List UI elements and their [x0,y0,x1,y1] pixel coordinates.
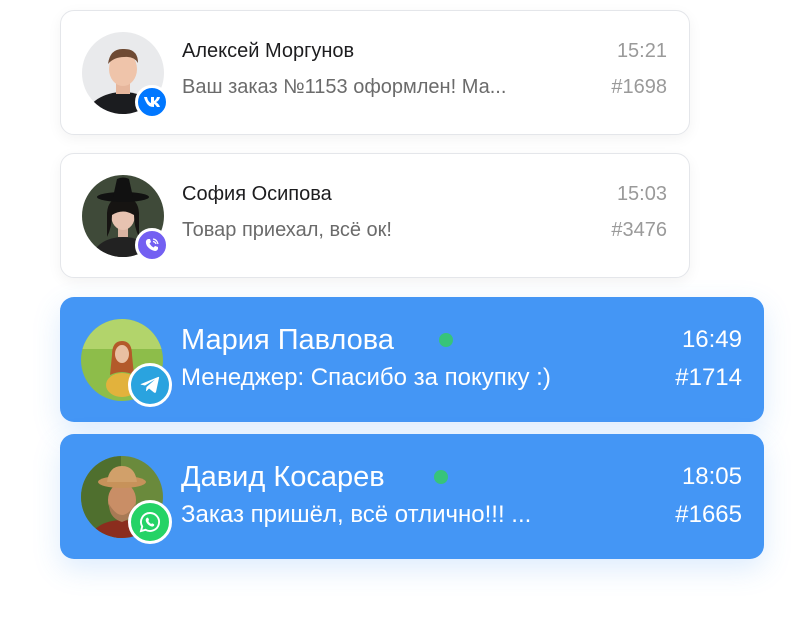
online-indicator [439,333,453,347]
message-preview: Ваш заказ №1153 оформлен! Ма... [182,76,507,98]
contact-name: София Осипова [182,183,332,205]
message-time: 18:05 [681,463,742,490]
message-time: 15:03 [616,183,667,205]
contact-name: Алексей Моргунов [182,40,355,62]
message-preview: Товар приехал, всё ок! [182,219,392,241]
message-preview: Менеджер: Спасибо за покупку :) [181,364,551,391]
chat-item-sofia[interactable]: София Осипова Товар приехал, всё ок! 15:… [60,153,690,278]
online-indicator [434,470,448,484]
order-number: #1714 [675,364,742,391]
whatsapp-icon [128,500,172,544]
contact-name: Давид Косарев [181,461,385,493]
message-time: 15:21 [616,40,667,62]
viber-icon [135,228,169,262]
contact-name: Мария Павлова [181,324,394,356]
vk-icon [135,85,169,119]
message-time: 16:49 [681,326,742,353]
order-number: #1665 [675,501,742,528]
order-number: #1698 [611,76,667,98]
message-preview: Заказ пришёл, всё отлично!!! ... [181,501,532,528]
chat-item-maria[interactable]: Мария Павлова Менеджер: Спасибо за покуп… [60,297,764,422]
telegram-icon [128,363,172,407]
chat-item-david[interactable]: Давид Косарев Заказ пришёл, всё отлично!… [60,434,764,559]
order-number: #3476 [611,219,667,241]
chat-item-aleksey[interactable]: Алексей Моргунов Ваш заказ №1153 оформле… [60,10,690,135]
